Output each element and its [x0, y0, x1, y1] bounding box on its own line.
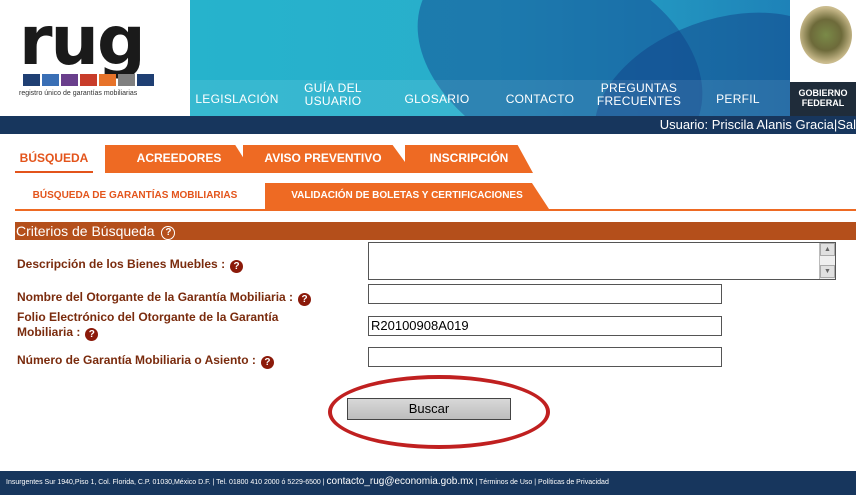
site-header: rug registro único de garantías mobiliar… — [0, 0, 856, 116]
logo-color-squares — [23, 74, 163, 86]
help-icon[interactable]: ? — [260, 356, 274, 369]
grantor-name-label-text: Nombre del Otorgante de la Garantía Mobi… — [17, 290, 294, 304]
menu-item-preguntas-frecuentes[interactable]: PREGUNTAS FRECUENTES — [594, 82, 684, 108]
criteria-title: Criterios de Búsqueda — [16, 223, 155, 239]
tab-inscripcion[interactable]: INSCRIPCIÓN — [405, 145, 533, 173]
help-icon[interactable]: ? — [230, 260, 244, 273]
gobierno-federal-label: GOBIERNO FEDERAL — [790, 82, 856, 116]
subtab-validacion-boletas[interactable]: VALIDACIÓN DE BOLETAS Y CERTIFICACIONES — [265, 183, 549, 209]
help-icon[interactable]: ? — [85, 328, 99, 341]
footer-email-link[interactable]: contacto_rug@economia.gob.mx — [327, 476, 474, 487]
textarea-scrollbar[interactable]: ▲ ▼ — [819, 243, 835, 279]
menu-item-guia-usuario[interactable]: GUÍA DEL USUARIO — [296, 82, 370, 108]
menu-item-perfil[interactable]: PERFIL — [708, 93, 768, 106]
description-label-text: Descripción de los Bienes Muebles : — [17, 257, 226, 271]
grantor-folio-label: Folio Electrónico del Otorgante de la Ga… — [17, 310, 278, 341]
menu-item-contacto[interactable]: CONTACTO — [500, 93, 580, 106]
scroll-down-arrow-icon[interactable]: ▼ — [820, 265, 835, 278]
sub-tabs: BÚSQUEDA DE GARANTÍAS MOBILIARIAS VALIDA… — [15, 183, 855, 209]
question-circle-icon[interactable]: ? — [161, 226, 176, 240]
tab-busqueda[interactable]: BÚSQUEDA — [15, 145, 93, 173]
gov-line2: FEDERAL — [801, 98, 845, 108]
menu-item-legislacion[interactable]: LEGISLACIÓN — [194, 93, 280, 106]
search-criteria-header: Criterios de Búsqueda ? — [15, 222, 856, 240]
gov-line1: GOBIERNO — [798, 88, 848, 98]
subtab-busqueda-garantias[interactable]: BÚSQUEDA DE GARANTÍAS MOBILIARIAS — [15, 183, 255, 209]
description-textarea[interactable]: ▲ ▼ — [368, 242, 836, 280]
grantor-folio-input[interactable]: R20100908A019 — [368, 316, 722, 336]
logo-square — [61, 74, 78, 86]
national-seal-icon — [800, 6, 852, 64]
grantor-name-label: Nombre del Otorgante de la Garantía Mobi… — [17, 290, 312, 306]
guarantee-number-input[interactable] — [368, 347, 722, 367]
logo-square — [118, 74, 135, 86]
menu-item-glosario[interactable]: GLOSARIO — [400, 93, 474, 106]
grantor-folio-label-line1: Folio Electrónico del Otorgante de la Ga… — [17, 310, 279, 324]
tab-underline — [15, 209, 856, 211]
tab-aviso-preventivo[interactable]: AVISO PREVENTIVO — [243, 145, 413, 173]
search-button[interactable]: Buscar — [347, 398, 511, 420]
logo-square — [80, 74, 97, 86]
logo-square — [23, 74, 40, 86]
site-footer: Insurgentes Sur 1940,Piso 1, Col. Florid… — [0, 471, 856, 495]
user-name-text[interactable]: Usuario: Priscila Alanis Gracia|Sal — [660, 116, 856, 134]
main-tabs: BÚSQUEDA ACREEDORES AVISO PREVENTIVO INS… — [15, 145, 855, 173]
scroll-up-arrow-icon[interactable]: ▲ — [820, 243, 835, 256]
footer-links[interactable]: | Términos de Uso | Políticas de Privaci… — [473, 479, 608, 486]
user-bar: Usuario: Priscila Alanis Gracia|Sal — [0, 116, 856, 134]
logo-tagline: registro único de garantías mobiliarias — [19, 90, 138, 97]
grantor-folio-label-line2: Mobiliaria : — [17, 325, 81, 339]
guarantee-number-label: Número de Garantía Mobiliaria o Asiento … — [17, 353, 274, 369]
gobierno-federal-logo: GOBIERNO FEDERAL — [790, 0, 856, 116]
rug-logo[interactable]: rug registro único de garantías mobiliar… — [15, 2, 173, 100]
logo-square — [42, 74, 59, 86]
footer-address: Insurgentes Sur 1940,Piso 1, Col. Florid… — [6, 479, 327, 486]
help-icon[interactable]: ? — [298, 293, 312, 306]
grantor-name-input[interactable] — [368, 284, 722, 304]
guarantee-number-label-text: Número de Garantía Mobiliaria o Asiento … — [17, 353, 256, 367]
logo-square — [137, 74, 154, 86]
tab-acreedores[interactable]: ACREEDORES — [105, 145, 253, 173]
description-label: Descripción de los Bienes Muebles :? — [17, 257, 244, 273]
logo-square — [99, 74, 116, 86]
main-menu: LEGISLACIÓN GUÍA DEL USUARIO GLOSARIO CO… — [190, 80, 790, 116]
